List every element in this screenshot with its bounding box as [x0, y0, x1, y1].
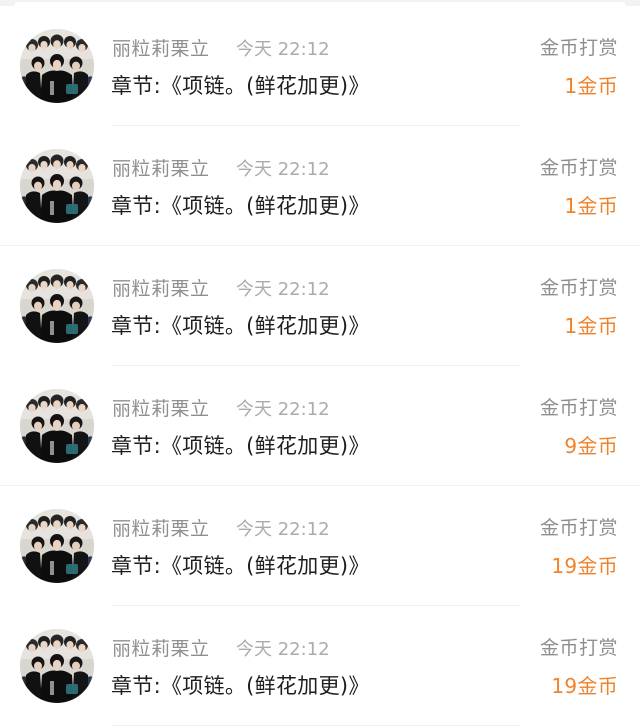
reward-item[interactable]: 丽粒莉栗立 今天 22:12 章节:《项链。(鲜花加更)》 金币打赏 19金币	[0, 605, 640, 726]
username[interactable]: 丽粒莉栗立	[112, 394, 210, 421]
username[interactable]: 丽粒莉栗立	[112, 514, 210, 541]
tip-amount: 19金币	[551, 554, 618, 579]
tip-amount: 1金币	[564, 74, 618, 98]
tip-type-label: 金币打赏	[539, 277, 618, 300]
chapter-title[interactable]: 章节:《项链。(鲜花加更)》	[111, 550, 370, 580]
row-divider	[112, 724, 520, 726]
reward-item[interactable]: 丽粒莉栗立 今天 22:12 章节:《项链。(鲜花加更)》 金币打赏 19金币	[0, 486, 640, 606]
timestamp: 今天 22:12	[236, 39, 330, 60]
tip-type-label: 金币打赏	[539, 156, 618, 179]
chapter-title[interactable]: 章节:《项链。(鲜花加更)》	[111, 70, 370, 100]
tip-amount: 19金币	[551, 673, 618, 698]
chapter-title[interactable]: 章节:《项链。(鲜花加更)》	[111, 670, 370, 700]
tip-amount: 1金币	[564, 193, 618, 218]
user-avatar[interactable]	[20, 29, 94, 103]
username[interactable]: 丽粒莉栗立	[112, 34, 210, 61]
tip-type-label: 金币打赏	[539, 396, 618, 419]
username[interactable]: 丽粒莉栗立	[112, 634, 210, 661]
timestamp: 今天 22:12	[236, 279, 330, 301]
username[interactable]: 丽粒莉栗立	[112, 274, 210, 301]
reward-item[interactable]: 丽粒莉栗立 今天 22:12 章节:《项链。(鲜花加更)》 金币打赏 1金币	[0, 6, 640, 126]
user-avatar[interactable]	[20, 148, 94, 223]
username[interactable]: 丽粒莉栗立	[112, 154, 210, 181]
reward-item[interactable]: 丽粒莉栗立 今天 22:12 章节:《项链。(鲜花加更)》 金币打赏 1金币	[0, 125, 640, 247]
chapter-title[interactable]: 章节:《项链。(鲜花加更)》	[111, 430, 370, 460]
tip-type-label: 金币打赏	[539, 636, 618, 659]
timestamp: 今天 22:12	[236, 519, 330, 541]
tip-type-label: 金币打赏	[539, 517, 618, 540]
tip-type-label: 金币打赏	[539, 37, 618, 59]
reward-item[interactable]: 丽粒莉栗立 今天 22:12 章节:《项链。(鲜花加更)》 金币打赏 1金币	[0, 246, 640, 366]
user-avatar[interactable]	[20, 509, 94, 584]
timestamp: 今天 22:12	[236, 638, 330, 660]
timestamp: 今天 22:12	[236, 398, 330, 420]
tip-amount: 9金币	[564, 433, 618, 458]
reward-item[interactable]: 丽粒莉栗立 今天 22:12 章节:《项链。(鲜花加更)》 金币打赏 9金币	[0, 365, 640, 487]
chapter-title[interactable]: 章节:《项链。(鲜花加更)》	[111, 190, 370, 220]
chapter-title[interactable]: 章节:《项链。(鲜花加更)》	[111, 310, 370, 340]
user-avatar[interactable]	[20, 269, 94, 344]
reward-list: 丽粒莉栗立 今天 22:12 章节:《项链。(鲜花加更)》 金币打赏 1金币 丽…	[0, 6, 640, 726]
tip-amount: 1金币	[564, 314, 618, 339]
user-avatar[interactable]	[20, 628, 94, 703]
user-avatar[interactable]	[20, 388, 94, 463]
timestamp: 今天 22:12	[236, 158, 330, 180]
